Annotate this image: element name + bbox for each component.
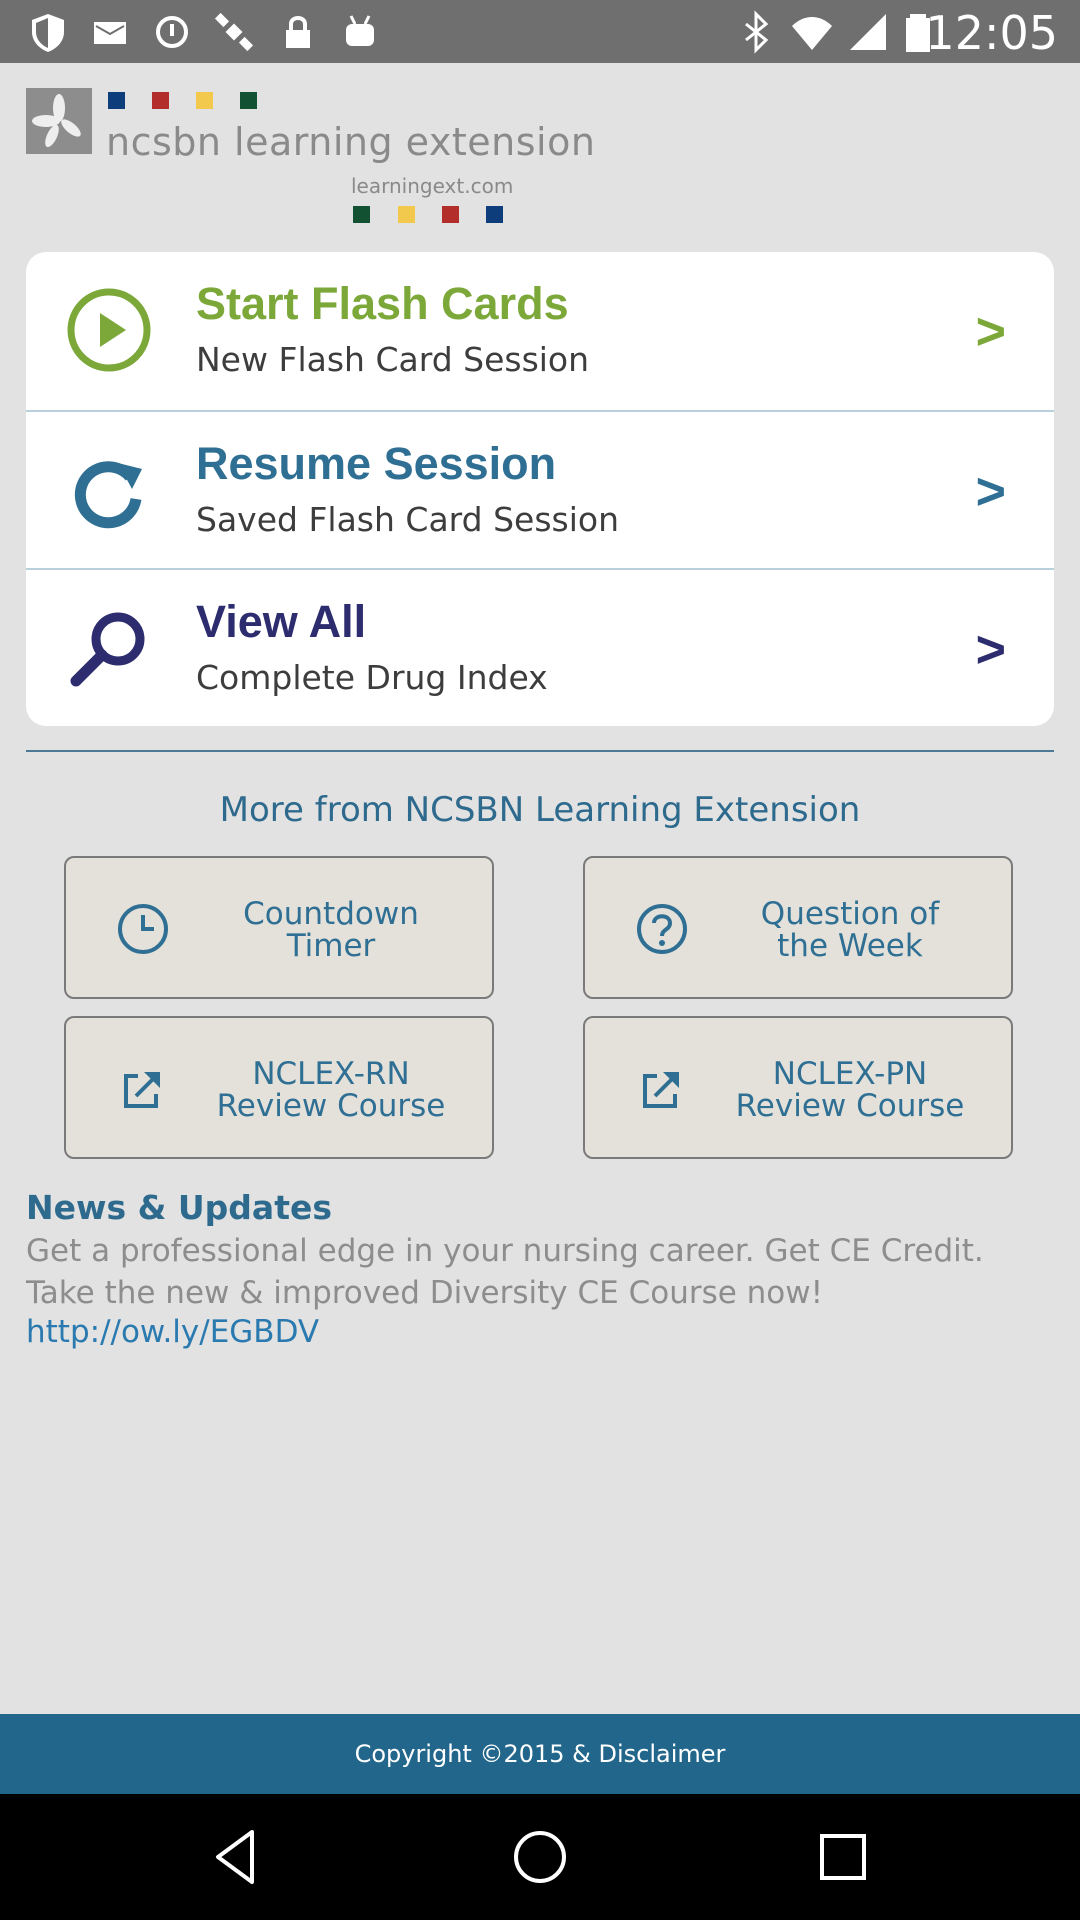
logo-name: ncsbn learning extension	[106, 120, 596, 164]
more-section-title: More from NCSBN Learning Extension	[219, 790, 861, 830]
countdown-timer-button[interactable]: Countdown Timer	[64, 856, 494, 999]
refresh-icon	[74, 461, 142, 529]
main-menu-card: Start Flash Cards New Flash Card Session…	[26, 252, 1054, 726]
signal-icon	[850, 14, 886, 50]
home-icon[interactable]	[507, 1824, 573, 1890]
back-icon[interactable]	[204, 1824, 270, 1890]
question-circle-icon	[637, 904, 687, 954]
shield-icon	[32, 14, 64, 52]
logo-square	[353, 206, 370, 223]
bluetooth-icon	[745, 10, 769, 54]
ncsbn-logo: ncsbn learning extension learningext.com	[26, 88, 595, 228]
logo-square	[240, 92, 257, 109]
view-all-title: View All	[196, 596, 367, 647]
logo-square	[486, 206, 503, 223]
logo-mark-icon	[26, 88, 92, 154]
logo-square	[152, 92, 169, 109]
mail-icon	[94, 22, 126, 44]
clock-time: 12:05	[925, 6, 1058, 60]
search-icon	[70, 612, 145, 687]
start-flash-cards-row[interactable]: Start Flash Cards New Flash Card Session…	[26, 252, 1054, 408]
navigation-bar	[0, 1794, 1080, 1920]
logo-square	[398, 206, 415, 223]
nclex-rn-review-course-button[interactable]: NCLEX-RN Review Course	[64, 1016, 494, 1159]
nclex-pn-review-course-button[interactable]: NCLEX-PN Review Course	[583, 1016, 1013, 1159]
resume-session-subtitle: Saved Flash Card Session	[196, 500, 620, 539]
view-all-subtitle: Complete Drug Index	[196, 658, 548, 697]
recents-icon[interactable]	[810, 1824, 876, 1890]
satellite-icon	[214, 12, 254, 52]
view-all-row[interactable]: View All Complete Drug Index >	[26, 568, 1054, 726]
news-title: News & Updates	[26, 1188, 332, 1227]
wifi-icon	[792, 17, 832, 50]
chevron-right-icon: >	[975, 621, 1006, 679]
android-icon	[346, 15, 374, 46]
section-divider	[26, 750, 1054, 752]
lock-icon	[286, 16, 310, 48]
external-link-icon	[643, 1072, 679, 1108]
play-circle-icon	[67, 288, 151, 372]
start-flash-cards-subtitle: New Flash Card Session	[196, 340, 590, 379]
logo-square	[108, 92, 125, 109]
news-link[interactable]: http://ow.ly/EGBDV	[26, 1314, 319, 1350]
resume-session-row[interactable]: Resume Session Saved Flash Card Session …	[26, 410, 1054, 568]
logo-square	[196, 92, 213, 109]
external-link-icon	[124, 1072, 160, 1108]
logo-url: learningext.com	[351, 174, 514, 198]
chevron-right-icon: >	[975, 303, 1006, 361]
countdown-timer-label: Countdown Timer	[243, 896, 419, 964]
data-saver-icon	[156, 16, 188, 48]
logo-square	[442, 206, 459, 223]
nclex-rn-label: NCLEX-RN Review Course	[216, 1056, 446, 1124]
question-of-the-week-label: Question of the Week	[760, 896, 940, 964]
news-body: Get a professional edge in your nursing …	[26, 1233, 984, 1311]
clock-icon	[118, 904, 168, 954]
question-of-the-week-button[interactable]: Question of the Week	[583, 856, 1013, 999]
nclex-pn-label: NCLEX-PN Review Course	[735, 1056, 965, 1124]
start-flash-cards-title: Start Flash Cards	[196, 278, 569, 329]
resume-session-title: Resume Session	[196, 438, 557, 489]
status-bar: 12:05	[0, 0, 1080, 63]
copyright-footer[interactable]: Copyright ©2015 & Disclaimer	[0, 1714, 1080, 1794]
chevron-right-icon: >	[975, 463, 1006, 521]
